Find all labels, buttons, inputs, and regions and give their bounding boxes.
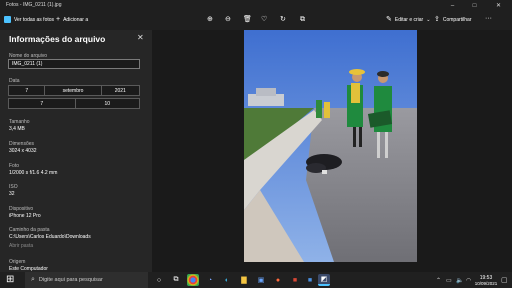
panel-title: Informações do arquivo	[9, 34, 106, 44]
zoom-out-icon[interactable]: ⊖	[225, 16, 231, 23]
zoom-in-icon[interactable]: ⊕	[207, 16, 213, 23]
edit-create-button[interactable]: ✎ Editar e criar ⌄	[386, 16, 430, 23]
size-value: 3,4 MB	[9, 126, 25, 132]
filename-value: IMG_0211 (1)	[12, 61, 43, 67]
photo-exposure-value: 1/2000 s f/1.6 4.2 mm	[9, 170, 58, 176]
date-year: 2021	[114, 87, 126, 94]
photo-label: Foto	[9, 163, 20, 169]
edge-icon[interactable]: ◐	[221, 274, 233, 286]
firefox-icon[interactable]: ●	[272, 274, 284, 286]
folder-path-value: C:\Users\Carlos Eduardo\Downloads	[9, 234, 91, 240]
date-picker[interactable]: 7 setembro 2021	[8, 85, 140, 96]
device-value: iPhone 12 Pro	[9, 213, 41, 219]
file-explorer-icon[interactable]: ▇	[238, 274, 250, 286]
photo-image	[244, 30, 417, 262]
word-icon[interactable]: ■	[304, 274, 316, 286]
close-panel-icon[interactable]: ✕	[137, 33, 144, 42]
chrome-icon[interactable]	[187, 274, 199, 286]
date-day: 7	[25, 87, 29, 94]
more-options-button[interactable]: ···	[485, 15, 492, 22]
notifications-icon[interactable]: ▢	[501, 276, 508, 284]
time-minute: 10	[104, 100, 111, 107]
task-view-icon[interactable]: ⧉	[170, 274, 182, 286]
iso-label: ISO	[9, 184, 18, 190]
taskbar-search[interactable]: ⌕ Digite aqui para pesquisar	[25, 272, 148, 288]
share-label: Compartilhar	[442, 16, 472, 23]
filename-input[interactable]: IMG_0211 (1)	[8, 59, 140, 69]
add-to-button[interactable]: + Adicionar a	[56, 16, 88, 23]
search-placeholder: Digite aqui para pesquisar	[38, 277, 103, 283]
minimize-button[interactable]: –	[444, 0, 461, 11]
photos-app-icon	[4, 16, 11, 23]
toolbar: Ver todas as fotos + Adicionar a ⊕ ⊖ 🗑 ♡…	[0, 11, 512, 30]
open-folder-link[interactable]: Abrir pasta	[9, 243, 33, 249]
file-info-panel: Informações do arquivo ✕ Nome do arquivo…	[0, 30, 152, 272]
photos-taskbar-icon[interactable]: ◩	[318, 274, 330, 286]
rotate-icon[interactable]: ↻	[280, 16, 286, 23]
device-label: Dispositivo	[9, 206, 34, 212]
system-tray-chevron-icon[interactable]: ⌃	[436, 277, 441, 284]
date-label: Data	[9, 78, 20, 84]
crop-icon[interactable]: ⧉	[300, 16, 305, 23]
search-icon: ⌕	[31, 276, 35, 283]
plus-icon: +	[56, 16, 61, 23]
windows-start-icon[interactable]: ⊞	[6, 274, 14, 285]
origin-label: Origem	[9, 259, 26, 265]
folder-path-label: Caminho da pasta	[9, 227, 50, 233]
edit-create-label: Editar e criar	[394, 16, 424, 23]
volume-icon[interactable]: 🔈	[456, 277, 463, 284]
heart-icon[interactable]: ♡	[261, 16, 267, 23]
add-to-label: Adicionar a	[63, 16, 89, 23]
close-button[interactable]: ✕	[490, 0, 507, 11]
dimensions-label: Dimensões	[9, 141, 35, 147]
wifi-icon[interactable]: ◠	[466, 277, 471, 284]
cortana-icon[interactable]: ○	[153, 274, 165, 286]
window-title: Fotos - IMG_0211 (1).jpg	[6, 2, 62, 8]
title-bar: Fotos - IMG_0211 (1).jpg – □ ✕	[0, 0, 512, 11]
iso-value: 32	[9, 191, 15, 197]
time-picker[interactable]: 7 10	[8, 98, 140, 109]
size-label: Tamanho	[9, 119, 30, 125]
clock-date[interactable]: 10/09/2021	[472, 281, 500, 286]
time-hour: 7	[40, 100, 44, 107]
share-icon: ⇪	[434, 16, 440, 23]
date-month: setembro	[62, 87, 84, 94]
view-all-photos-button[interactable]: Ver todas as fotos	[4, 16, 54, 23]
store-icon[interactable]: ▣	[255, 274, 267, 286]
view-all-photos-label: Ver todas as fotos	[14, 16, 55, 23]
maximize-button[interactable]: □	[466, 0, 483, 11]
chevron-down-icon: ⌄	[426, 16, 431, 23]
dimensions-value: 3024 x 4032	[9, 148, 37, 154]
user-icon[interactable]: ◔	[204, 274, 216, 286]
edit-icon: ✎	[386, 16, 392, 23]
share-button[interactable]: ⇪ Compartilhar	[434, 16, 472, 23]
office-icon[interactable]: ■	[289, 274, 301, 286]
delete-icon[interactable]: 🗑	[243, 16, 252, 23]
network-icon[interactable]: ▭	[446, 277, 452, 284]
